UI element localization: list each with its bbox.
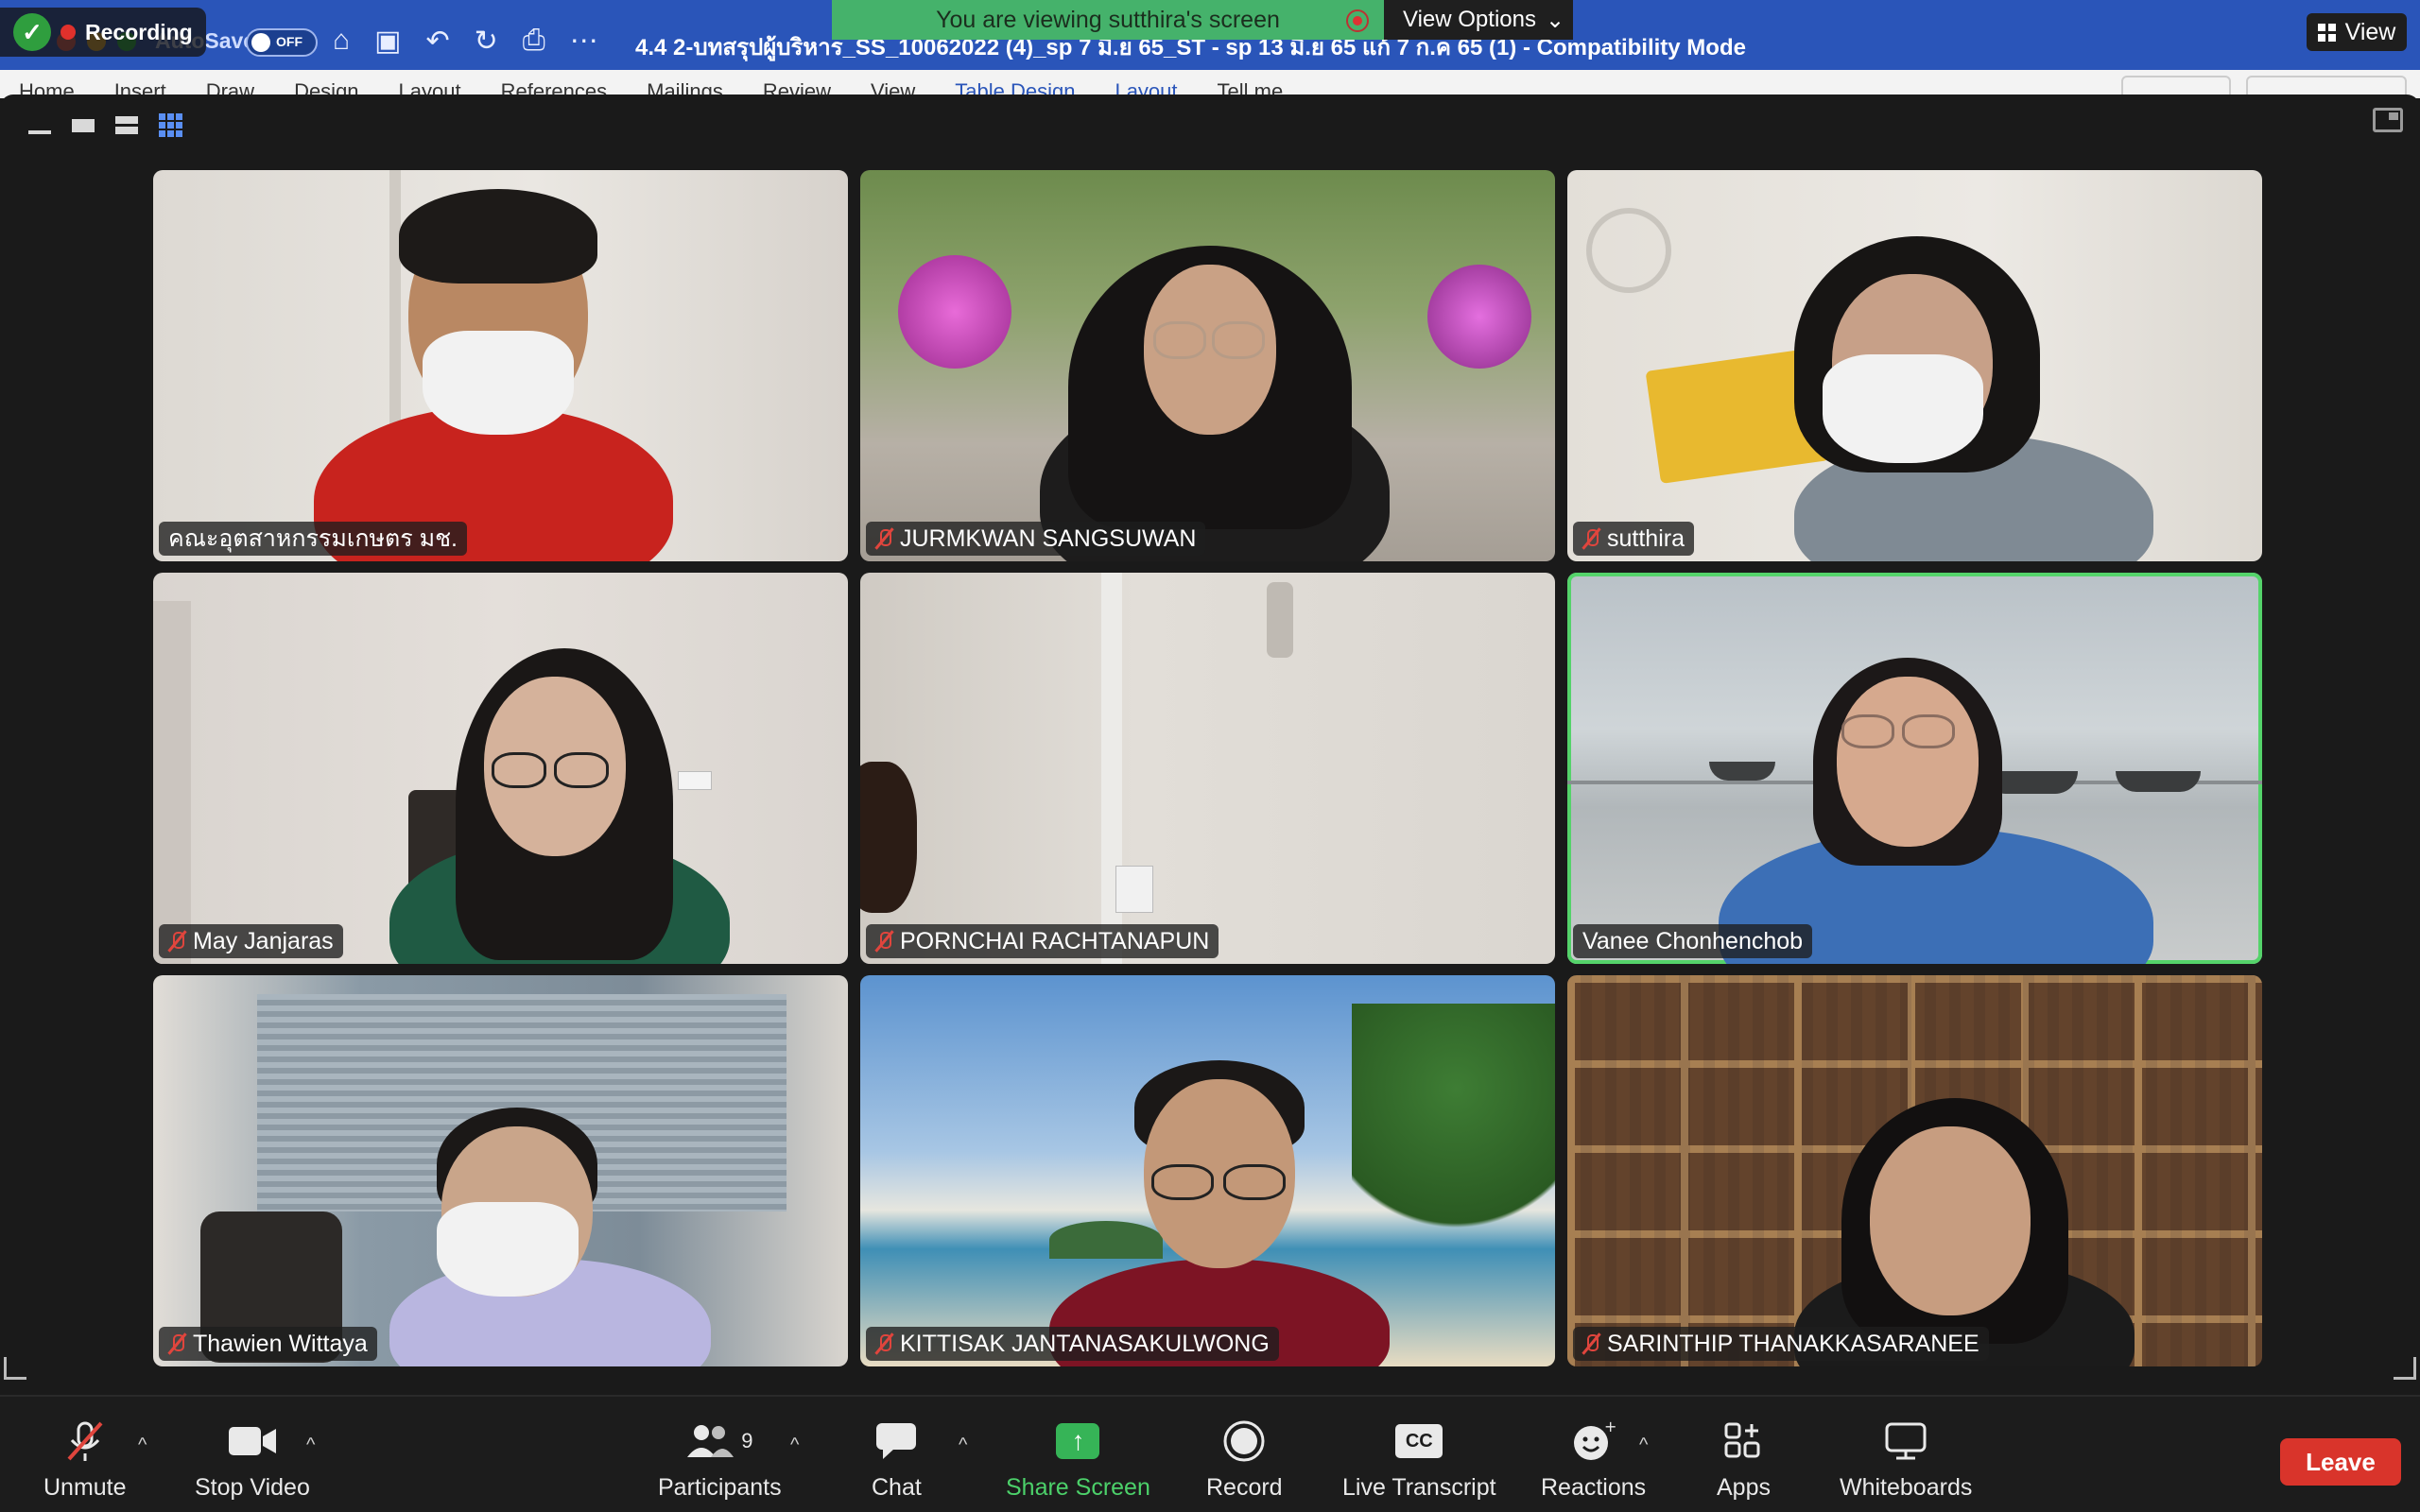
view-options-label: View Options [1403, 7, 1536, 32]
record-icon [1223, 1419, 1265, 1463]
speaker-view-icon[interactable] [72, 115, 96, 136]
video-camera-icon [228, 1419, 277, 1463]
share-banner-text: You are viewing sutthira's screen [936, 6, 1280, 33]
mic-muted-icon [61, 1419, 109, 1463]
mic-muted-icon [875, 1332, 892, 1355]
shield-check-icon: ✓ [13, 13, 51, 51]
mic-muted-icon [875, 527, 892, 550]
mic-muted-icon [1582, 1332, 1599, 1355]
leave-button[interactable]: Leave [2280, 1438, 2401, 1486]
chat-button[interactable]: Chat [872, 1419, 922, 1502]
video-gallery: คณะอุตสาหกรรมเกษตร มช. JURMKWAN SANGSUWA… [153, 170, 2263, 1366]
mic-muted-icon [1582, 527, 1599, 550]
screen-share-banner: You are viewing sutthira's screen [832, 0, 1384, 40]
quick-access-toolbar: ⌂ ▣ ↶ ↻ ⎙ ⋯ [333, 25, 598, 58]
participant-name-tag: Vanee Chonhenchob [1573, 924, 1813, 958]
emoji-add-icon: + [1572, 1419, 1616, 1463]
chat-bubble-icon [875, 1419, 917, 1463]
live-transcript-button[interactable]: CC Live Transcript [1342, 1419, 1496, 1502]
participant-name-tag: JURMKWAN SANGSUWAN [866, 522, 1206, 556]
meeting-controls-toolbar: Unmute ^ Stop Video ^ 9 Participants ^ C… [0, 1395, 2420, 1512]
more-icon[interactable]: ⋯ [570, 25, 598, 58]
resize-handle-left[interactable] [4, 1357, 26, 1380]
chat-label: Chat [872, 1474, 922, 1501]
participant-name-tag: KITTISAK JANTANASAKULWONG [866, 1327, 1279, 1361]
apps-button[interactable]: Apps [1717, 1419, 1771, 1502]
share-screen-button[interactable]: ↑ Share Screen [1006, 1419, 1150, 1502]
participant-name-tag: SARINTHIP THANAKKASARANEE [1573, 1327, 1989, 1361]
home-icon[interactable]: ⌂ [333, 25, 350, 58]
save-icon[interactable]: ▣ [374, 25, 401, 58]
view-button-label: View [2344, 18, 2396, 45]
resize-handle-right[interactable] [2394, 1357, 2416, 1380]
stop-video-button[interactable]: Stop Video [195, 1419, 310, 1502]
participant-name-tag: sutthira [1573, 522, 1694, 556]
participant-name-tag: Thawien Wittaya [159, 1327, 377, 1361]
record-label: Record [1206, 1474, 1283, 1501]
autosave-toggle[interactable]: OFF [246, 28, 318, 57]
stop-viewing-icon[interactable] [1346, 9, 1369, 32]
gallery-view-icon[interactable] [159, 113, 182, 137]
grid-icon [2317, 23, 2336, 42]
participants-button[interactable]: 9 Participants [658, 1419, 782, 1502]
participants-icon: 9 [686, 1419, 752, 1463]
video-options-caret[interactable]: ^ [306, 1435, 315, 1456]
participant-name-tag: May Janjaras [159, 924, 343, 958]
participant-name-tag: PORNCHAI RACHTANAPUN [866, 924, 1219, 958]
redo-icon[interactable]: ↻ [475, 25, 498, 58]
participants-label: Participants [658, 1474, 782, 1501]
picture-in-picture-icon[interactable] [2373, 108, 2403, 132]
mic-muted-icon [168, 1332, 185, 1355]
zoom-meeting-window: คณะอุตสาหกรรมเกษตร มช. JURMKWAN SANGSUWA… [0, 94, 2420, 1512]
undo-icon[interactable]: ↶ [425, 25, 449, 58]
share-screen-label: Share Screen [1006, 1474, 1150, 1501]
view-options-menu[interactable]: View Options ⌄ [1384, 0, 1573, 40]
live-transcript-label: Live Transcript [1342, 1474, 1496, 1501]
closed-caption-icon: CC [1395, 1419, 1443, 1463]
strip-view-icon[interactable] [115, 115, 140, 136]
recording-dot-icon [60, 25, 76, 40]
whiteboards-button[interactable]: Whiteboards [1840, 1419, 1972, 1502]
apps-label: Apps [1717, 1474, 1771, 1501]
mic-muted-icon [168, 930, 185, 953]
whiteboards-label: Whiteboards [1840, 1474, 1973, 1501]
layout-switcher [28, 113, 182, 137]
video-tile[interactable]: คณะอุตสาหกรรมเกษตร มช. [153, 170, 848, 561]
video-tile[interactable]: KITTISAK JANTANASAKULWONG [860, 975, 1555, 1366]
svg-text:+: + [1604, 1420, 1616, 1435]
video-tile-active-speaker[interactable]: Vanee Chonhenchob [1567, 573, 2262, 964]
stop-video-label: Stop Video [195, 1474, 310, 1501]
participant-name-tag: คณะอุตสาหกรรมเกษตร มช. [159, 522, 468, 556]
audio-options-caret[interactable]: ^ [138, 1435, 147, 1456]
reactions-options-caret[interactable]: ^ [1639, 1435, 1648, 1456]
mic-muted-icon [875, 930, 892, 953]
video-tile[interactable]: SARINTHIP THANAKKASARANEE [1567, 975, 2262, 1366]
chat-options-caret[interactable]: ^ [959, 1435, 967, 1456]
share-screen-icon: ↑ [1056, 1419, 1100, 1463]
reactions-label: Reactions [1541, 1474, 1647, 1501]
unmute-button[interactable]: Unmute [43, 1419, 127, 1502]
record-button[interactable]: Record [1206, 1419, 1283, 1502]
minimize-icon[interactable] [28, 115, 53, 136]
video-tile[interactable]: Thawien Wittaya [153, 975, 848, 1366]
reactions-button[interactable]: + Reactions [1541, 1419, 1646, 1502]
video-tile[interactable]: JURMKWAN SANGSUWAN [860, 170, 1555, 561]
apps-icon [1724, 1419, 1762, 1463]
recording-indicator[interactable]: ✓ Recording [0, 8, 206, 57]
participants-options-caret[interactable]: ^ [790, 1435, 799, 1456]
print-icon[interactable]: ⎙ [523, 25, 545, 58]
view-button[interactable]: View [2307, 13, 2407, 51]
participants-count: 9 [741, 1429, 753, 1452]
whiteboard-icon [1885, 1419, 1927, 1463]
video-tile[interactable]: May Janjaras [153, 573, 848, 964]
video-tile[interactable]: sutthira [1567, 170, 2262, 561]
unmute-label: Unmute [43, 1474, 127, 1501]
chevron-down-icon: ⌄ [1545, 7, 1565, 33]
video-tile[interactable]: PORNCHAI RACHTANAPUN [860, 573, 1555, 964]
recording-label: Recording [85, 19, 193, 44]
